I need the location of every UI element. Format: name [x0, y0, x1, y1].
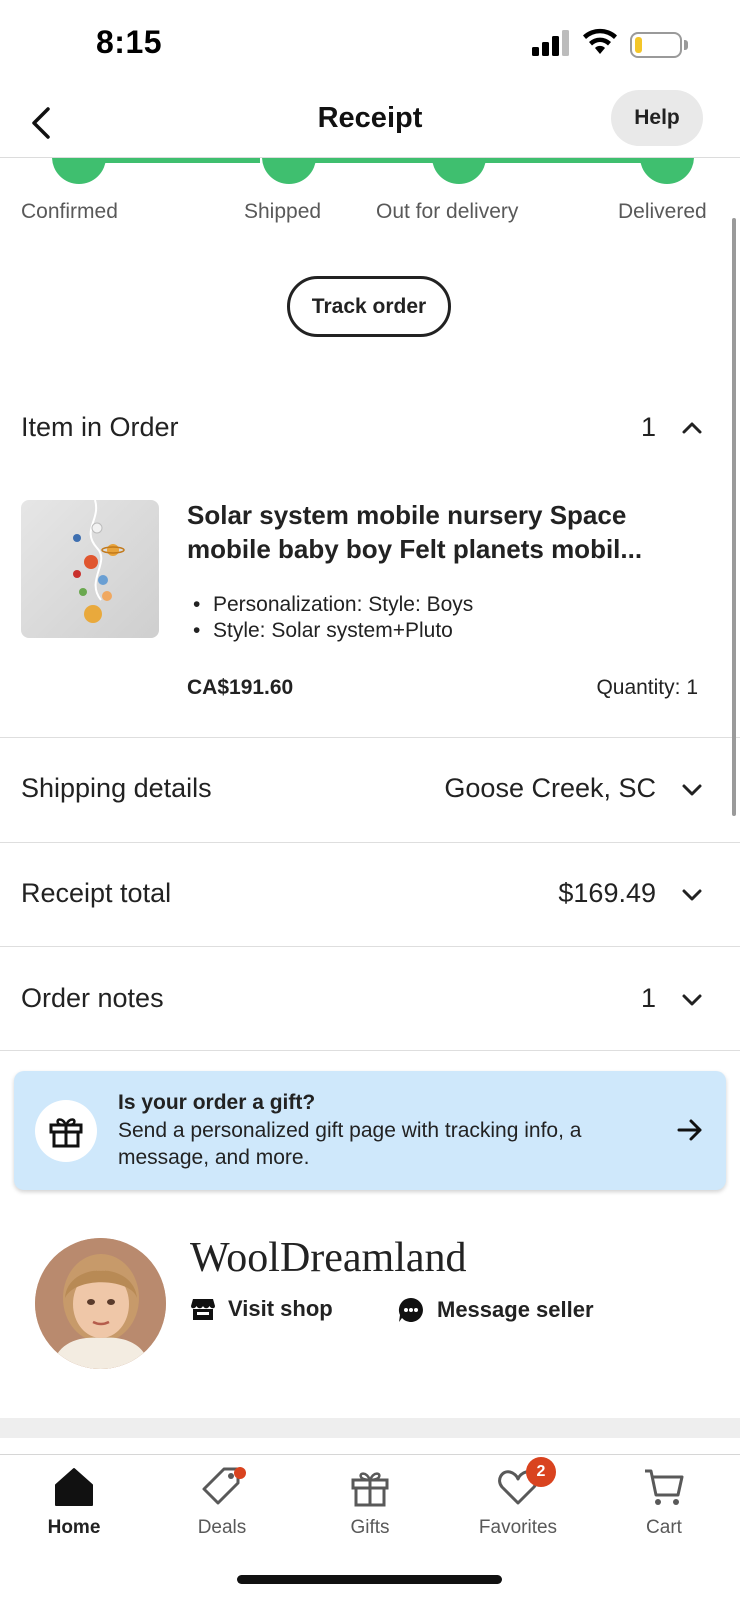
shipped-step-icon: [262, 158, 316, 184]
gift-banner-text: Send a personalized gift page with track…: [118, 1119, 582, 1169]
message-seller-label: Message seller: [437, 1297, 594, 1322]
gift-banner-title: Is your order a gift?: [118, 1091, 316, 1114]
shipping-details-label: Shipping details: [21, 773, 212, 803]
tab-label-gifts: Gifts: [350, 1517, 390, 1538]
track-order-button[interactable]: Track order: [287, 276, 451, 337]
deals-badge-dot: [234, 1467, 246, 1479]
item-attributes: Personalization: Style: Boys Style: Sola…: [193, 592, 473, 644]
order-progress-tracker: Confirmed Shipped Out for delivery Deliv…: [0, 158, 740, 238]
item-thumbnail[interactable]: [21, 500, 159, 638]
tab-label-favorites: Favorites: [478, 1517, 558, 1538]
divider: [0, 946, 740, 947]
cart-icon: [645, 1469, 684, 1505]
divider: [0, 842, 740, 843]
chevron-down-icon[interactable]: [680, 988, 704, 1012]
item-attribute: Style: Solar system+Pluto: [193, 618, 473, 644]
tag-icon: [200, 1465, 246, 1509]
gift-banner[interactable]: Is your order a gift? Send a personalize…: [14, 1071, 726, 1190]
tab-label-home: Home: [47, 1517, 101, 1538]
order-notes-label: Order notes: [21, 983, 164, 1013]
chevron-down-icon[interactable]: [680, 883, 704, 907]
chevron-down-icon[interactable]: [680, 778, 704, 802]
progress-line: [480, 158, 650, 163]
shop-name[interactable]: WoolDreamland: [190, 1234, 467, 1282]
favorites-badge: 2: [526, 1457, 556, 1487]
item-quantity: Quantity: 1: [596, 676, 698, 699]
shipping-location: Goose Creek, SC: [444, 773, 656, 803]
receipt-total-value: $169.49: [558, 878, 656, 908]
divider: [0, 737, 740, 738]
item-price: CA$191.60: [187, 676, 294, 699]
heart-icon: 2: [496, 1457, 556, 1509]
status-time: 8:15: [96, 24, 163, 60]
item-attribute: Personalization: Style: Boys: [193, 592, 473, 618]
visit-shop-button[interactable]: Visit shop: [190, 1296, 333, 1322]
seller-photo: [35, 1238, 166, 1369]
shop-icon: [191, 1299, 215, 1320]
gift-icon: [49, 1118, 83, 1148]
step-label-delivered: Delivered: [618, 200, 707, 223]
item-in-order-row[interactable]: Item in Order 1: [0, 408, 740, 448]
chevron-up-icon[interactable]: [680, 416, 704, 440]
tab-deals[interactable]: Deals: [162, 1465, 282, 1539]
progress-line: [310, 158, 440, 163]
wifi-icon: [583, 28, 617, 54]
confirmed-step-icon: [52, 158, 106, 184]
seller-avatar[interactable]: [35, 1238, 166, 1369]
tab-home[interactable]: Home: [14, 1465, 134, 1539]
signal-icon: [532, 30, 569, 56]
header: Receipt Help: [0, 90, 740, 158]
step-label-out-for-delivery: Out for delivery: [376, 200, 519, 223]
message-icon: [398, 1297, 423, 1322]
tab-label-cart: Cart: [646, 1517, 682, 1538]
tab-cart[interactable]: Cart: [604, 1465, 724, 1539]
receipt-total-row[interactable]: Receipt total $169.49: [0, 875, 740, 915]
delivered-step-icon: [640, 158, 694, 184]
status-bar: 8:15: [0, 0, 740, 90]
receipt-total-label: Receipt total: [21, 878, 172, 908]
section-separator: [0, 1418, 740, 1438]
divider: [0, 1050, 740, 1051]
help-button[interactable]: Help: [611, 90, 703, 146]
home-indicator[interactable]: [237, 1575, 502, 1584]
order-notes-row[interactable]: Order notes 1: [0, 980, 740, 1020]
step-label-confirmed: Confirmed: [21, 200, 118, 223]
message-seller-button[interactable]: Message seller: [397, 1296, 594, 1324]
item-in-order-label: Item in Order: [21, 412, 179, 442]
gift-icon: [351, 1472, 389, 1507]
scrollbar[interactable]: [732, 218, 736, 816]
tab-favorites[interactable]: 2 Favorites: [458, 1457, 578, 1539]
shipping-details-row[interactable]: Shipping details Goose Creek, SC: [0, 770, 740, 810]
progress-line: [100, 158, 260, 163]
visit-shop-label: Visit shop: [228, 1296, 333, 1321]
solar-mobile-image: [73, 500, 125, 623]
tab-gifts[interactable]: Gifts: [310, 1465, 430, 1539]
order-notes-count: 1: [640, 983, 656, 1013]
truck-step-icon: [432, 158, 486, 184]
tab-label-deals: Deals: [197, 1517, 247, 1538]
battery-icon: [630, 32, 682, 58]
item-title[interactable]: Solar system mobile nursery Space mobile…: [187, 498, 697, 566]
home-icon: [55, 1468, 93, 1506]
item-count: 1: [640, 412, 656, 442]
gift-icon-container: [35, 1100, 97, 1162]
arrow-right-icon[interactable]: [676, 1116, 704, 1144]
step-label-shipped: Shipped: [244, 200, 322, 223]
